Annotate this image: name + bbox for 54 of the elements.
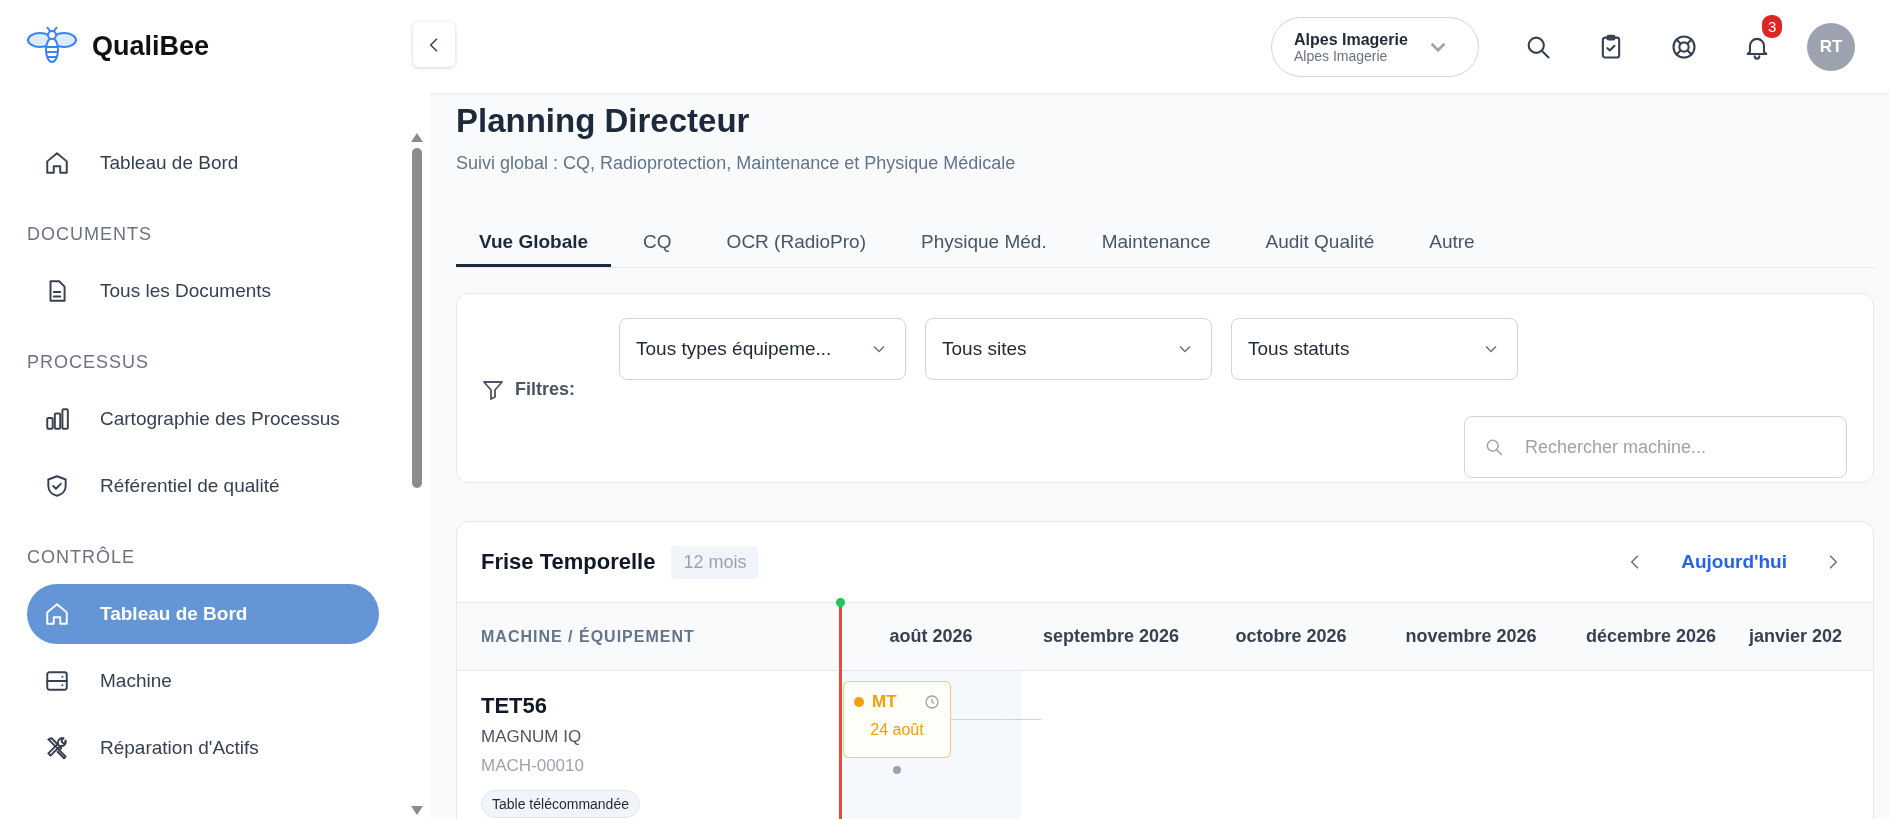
nav-item[interactable]: Réparation d'Actifs [27, 718, 379, 778]
filter-dropdown[interactable]: Tous sites [925, 318, 1212, 380]
section-title: DOCUMENTS [27, 223, 153, 246]
chevron-down-icon [1429, 41, 1446, 52]
nav-item[interactable]: Tous les Documents [27, 261, 379, 321]
filter-dropdown[interactable]: Tous statuts [1231, 318, 1518, 380]
month-header: novembre 2026 [1404, 626, 1538, 647]
tab[interactable]: Maintenance [1078, 217, 1234, 267]
page-subtitle: Suivi global : CQ, Radioprotection, Maintenance et Physique Médicale [456, 152, 1017, 175]
panel-title: Frise Temporelle [481, 549, 656, 575]
search-icon [1484, 437, 1504, 457]
clock-icon [924, 694, 940, 710]
month-header: septembre 2026 [1041, 626, 1181, 647]
shield-check-icon [44, 473, 70, 499]
month-header: janvier 202 [1747, 626, 1843, 647]
column-header: MACHINE / ÉQUIPEMENT [480, 627, 696, 646]
search-field[interactable]: Rechercher machine... [1464, 416, 1847, 478]
bar-chart-icon [44, 406, 70, 432]
tools-icon [44, 735, 70, 761]
notifications-button[interactable]: 3 [1720, 14, 1793, 79]
nav-item[interactable]: Cartographie des Processus [27, 389, 379, 449]
month-header: décembre 2026 [1584, 626, 1718, 647]
event-date: 24 août [869, 721, 925, 739]
today-button[interactable]: Aujourd'hui [1673, 547, 1795, 577]
lifebuoy-icon [1669, 32, 1698, 61]
tab[interactable]: Audit Qualité [1242, 217, 1398, 267]
nav-item[interactable]: Tableau de Bord [27, 133, 379, 193]
machine-name: TET56 [481, 693, 549, 719]
app-name: QualiBee [92, 31, 210, 62]
month-header: octobre 2026 [1234, 626, 1348, 647]
month-header: août 2026 [888, 626, 974, 647]
section-title: PROCESSUS [27, 351, 151, 374]
event-label: MT [872, 692, 897, 712]
machine-model: MAGNUM IQ [481, 727, 583, 747]
notification-badge: 3 [1762, 14, 1783, 38]
tab[interactable]: Physique Méd. [898, 217, 1070, 267]
tab[interactable]: OCR (RadioPro) [703, 217, 889, 267]
marker-dot [893, 766, 901, 774]
machine-type-tag: Table télécommandée [481, 790, 640, 818]
tab[interactable]: Vue Globale [456, 217, 612, 267]
range-badge: 12 mois [671, 545, 759, 579]
home-icon [44, 150, 70, 176]
page-title: Planning Directeur [456, 101, 751, 141]
section-title: CONTRÔLE [27, 545, 136, 569]
server-icon [44, 668, 70, 694]
machine-code: MACH-00010 [481, 756, 585, 776]
filter-label: Filtres: [515, 379, 575, 400]
filter-dropdown[interactable]: Tous types équipeme... [619, 318, 906, 380]
home-icon [44, 601, 70, 627]
tab[interactable]: CQ [620, 217, 695, 267]
company-selector[interactable]: Alpes Imagerie Alpes Imagerie [1271, 16, 1479, 77]
tab[interactable]: Autre [1406, 217, 1498, 267]
nav-item[interactable]: Machine [27, 651, 379, 711]
nav-item[interactable]: Référentiel de qualité [27, 456, 379, 516]
